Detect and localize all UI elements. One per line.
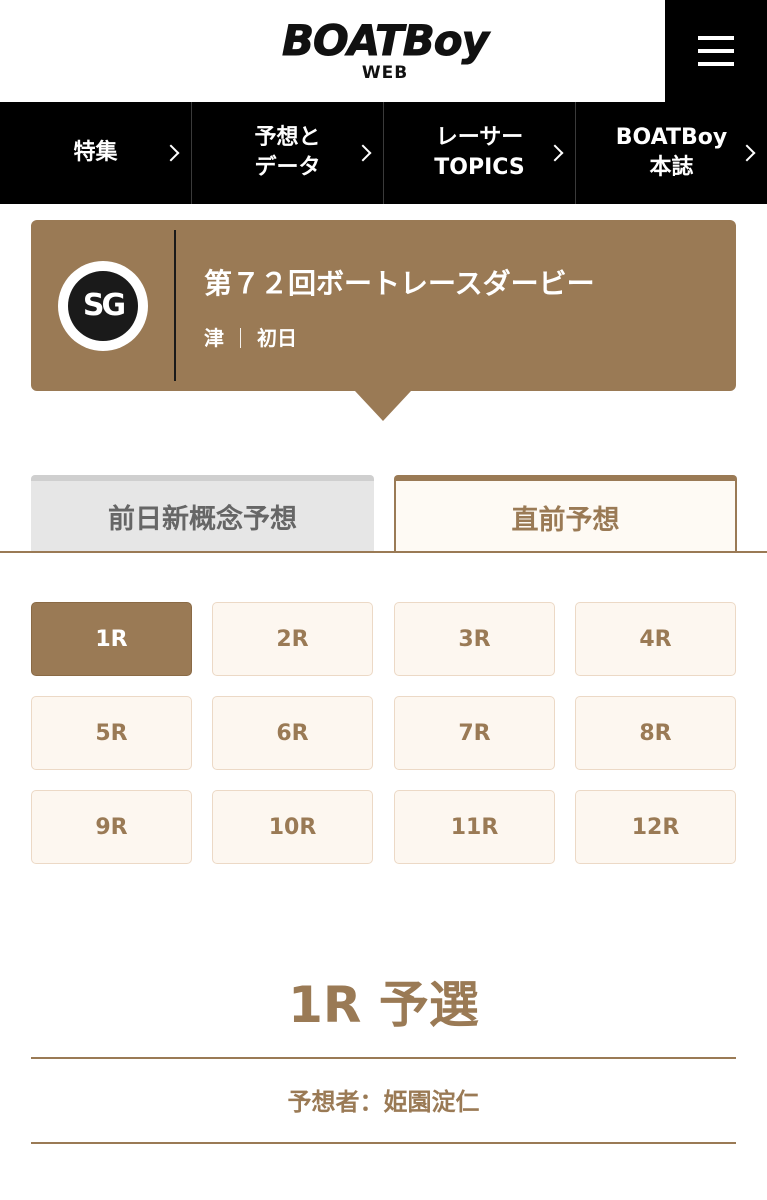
main-nav: 特集 予想と データ レーサー TOPICS BOATBoy 本誌: [0, 102, 767, 204]
chevron-right-icon: [354, 144, 372, 162]
race-meta: 津 初日: [204, 322, 297, 354]
nav-item-label: BOATBoy 本誌: [615, 125, 728, 180]
meta-separator: [240, 328, 241, 348]
nav-item-label: レーサー TOPICS: [434, 125, 525, 180]
race-button-10r[interactable]: 10R: [212, 790, 373, 864]
menu-icon-bar: [698, 49, 734, 53]
race-button-2r[interactable]: 2R: [212, 602, 373, 676]
heading-divider-bottom: [31, 1142, 736, 1144]
banner-pointer: [355, 391, 411, 421]
race-button-11r[interactable]: 11R: [394, 790, 555, 864]
race-button-12r[interactable]: 12R: [575, 790, 736, 864]
race-title: 第７２回ボートレースダービー: [204, 267, 595, 300]
site-header: BOATBoy WEB: [0, 0, 767, 102]
hamburger-menu-button[interactable]: [665, 0, 767, 102]
logo-wordmark: BOATBoy: [281, 16, 489, 65]
logo-subtext: WEB: [361, 63, 409, 83]
menu-icon-bar: [698, 36, 734, 40]
chevron-right-icon: [738, 144, 756, 162]
site-logo[interactable]: BOATBoy WEB: [270, 16, 500, 84]
heading-divider-top: [31, 1057, 736, 1059]
race-button-7r[interactable]: 7R: [394, 696, 555, 770]
chevron-right-icon: [162, 144, 180, 162]
nav-item-racer-topics[interactable]: レーサー TOPICS: [384, 102, 576, 204]
nav-item-magazine[interactable]: BOATBoy 本誌: [576, 102, 767, 204]
race-button-3r[interactable]: 3R: [394, 602, 555, 676]
race-venue: 津: [204, 326, 224, 350]
race-day: 初日: [257, 326, 297, 350]
race-button-1r[interactable]: 1R: [31, 602, 192, 676]
nav-item-label: 予想と データ: [254, 125, 321, 180]
tab-previous-day-prediction[interactable]: 前日新概念予想: [31, 475, 374, 552]
race-button-5r[interactable]: 5R: [31, 696, 192, 770]
nav-item-feature[interactable]: 特集: [0, 102, 192, 204]
nav-item-predictions[interactable]: 予想と データ: [192, 102, 384, 204]
tab-underline: [0, 551, 767, 553]
chevron-right-icon: [546, 144, 564, 162]
race-button-9r[interactable]: 9R: [31, 790, 192, 864]
predictor-name: 予想者：姫園淀仁: [287, 1088, 480, 1116]
nav-item-label: 特集: [73, 140, 118, 165]
banner-divider: [174, 230, 176, 381]
race-button-4r[interactable]: 4R: [575, 602, 736, 676]
tab-latest-prediction[interactable]: 直前予想: [394, 475, 737, 553]
sg-badge-text: SG: [68, 271, 138, 341]
race-button-6r[interactable]: 6R: [212, 696, 373, 770]
menu-icon-bar: [698, 62, 734, 66]
race-button-8r[interactable]: 8R: [575, 696, 736, 770]
race-section-heading: 1R 予選: [288, 976, 479, 1034]
sg-grade-badge: SG: [58, 261, 148, 351]
